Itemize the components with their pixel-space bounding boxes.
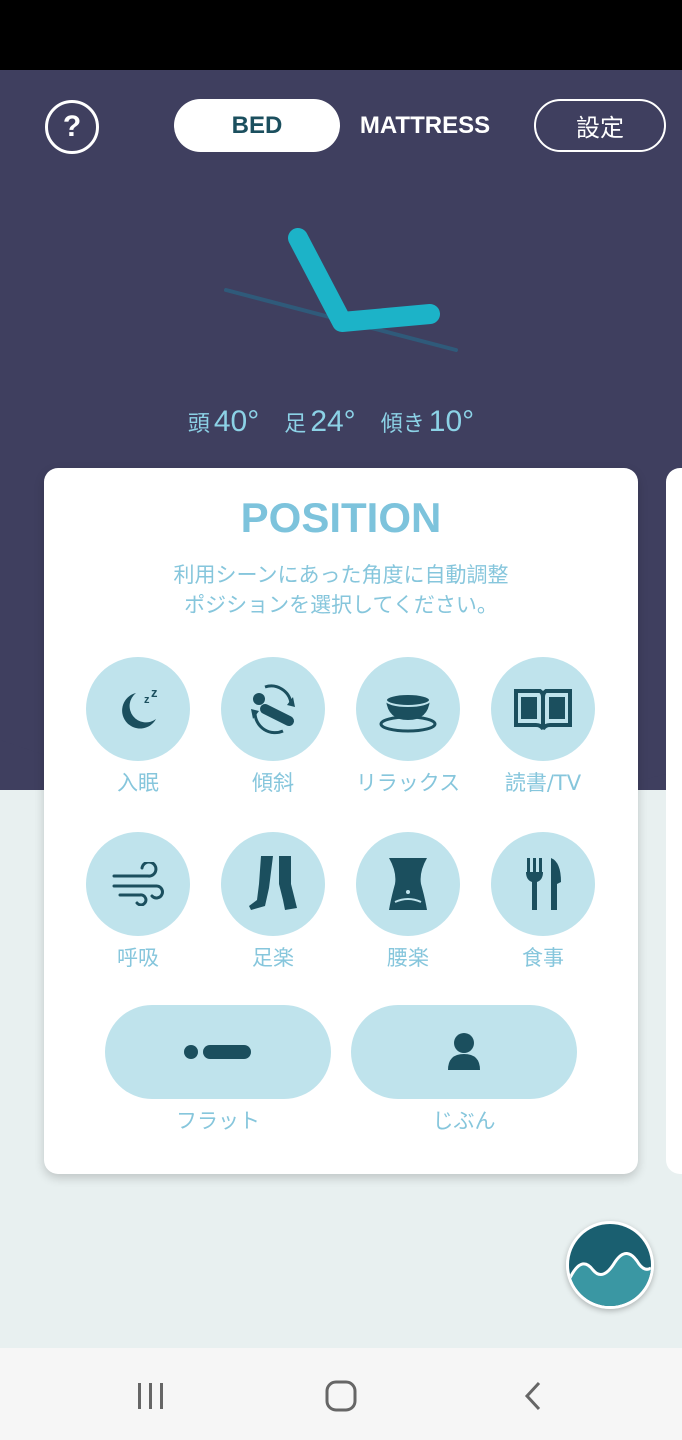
position-waist[interactable]: 腰楽 (349, 832, 469, 972)
reading-circle[interactable] (491, 657, 595, 761)
tilt-circle[interactable] (221, 657, 325, 761)
system-nav-bar (0, 1348, 682, 1440)
fork-knife-icon (526, 858, 561, 910)
relax-circle[interactable] (356, 657, 460, 761)
tilt-rotate-icon (251, 684, 295, 735)
card-description-line1: 利用シーンにあった角度に自動調整 (173, 563, 509, 587)
position-label: 食事 (522, 946, 564, 970)
sleep-circle[interactable]: z z (86, 657, 190, 761)
home-icon (325, 1380, 357, 1412)
person-icon (448, 1033, 480, 1070)
recent-apps-button[interactable] (131, 1376, 171, 1416)
position-sleep[interactable]: z z 入眠 (79, 657, 199, 797)
position-custom[interactable]: じぶん (351, 1005, 577, 1135)
recent-apps-icon (138, 1383, 163, 1409)
next-card-peek[interactable] (666, 468, 682, 1174)
breath-circle[interactable] (86, 832, 190, 936)
home-button[interactable] (321, 1376, 361, 1416)
settings-button[interactable]: 設定 (534, 99, 666, 152)
foot-angle-label: 足 (284, 412, 307, 437)
waist-circle[interactable] (356, 832, 460, 936)
flat-pill[interactable] (105, 1005, 331, 1099)
svg-text:z: z (144, 694, 150, 706)
position-meal[interactable]: 食事 (484, 832, 604, 972)
meal-circle[interactable] (491, 832, 595, 936)
legs-circle[interactable] (221, 832, 325, 936)
head-angle-value: 40° (213, 405, 260, 438)
back-chevron-icon (524, 1381, 541, 1411)
position-label: 呼吸 (117, 946, 159, 970)
position-label: じぶん (432, 1109, 496, 1133)
custom-pill[interactable] (351, 1005, 577, 1099)
tab-bed[interactable]: BED (174, 99, 340, 152)
card-description: 利用シーンにあった角度に自動調整 ポジションを選択してください。 (44, 560, 638, 620)
position-breath[interactable]: 呼吸 (79, 832, 199, 972)
position-reading[interactable]: 読書/TV (484, 657, 604, 797)
foot-angle-value: 24° (310, 405, 356, 438)
position-tilt[interactable]: 傾斜 (214, 657, 334, 797)
position-label: フラット (176, 1109, 260, 1133)
tilt-angle-label: 傾き (380, 412, 425, 437)
legs-icon (249, 856, 297, 910)
position-flat[interactable]: フラット (105, 1005, 331, 1135)
position-card: POSITION 利用シーンにあった角度に自動調整 ポジションを選択してください… (44, 468, 638, 1174)
back-button[interactable] (513, 1376, 553, 1416)
status-bar (0, 0, 682, 70)
svg-text:z: z (151, 685, 158, 700)
angle-readout: 頭 40° 足 24° 傾き 10° (0, 405, 662, 439)
flat-icon (184, 1045, 251, 1059)
wave-chart-icon (569, 1224, 651, 1306)
position-label: 傾斜 (252, 771, 294, 795)
position-label: 腰楽 (387, 946, 429, 970)
book-icon (514, 689, 572, 731)
waist-icon (389, 858, 427, 910)
head-angle-label: 頭 (187, 412, 210, 437)
bed-angle-graphic (224, 228, 458, 352)
position-legs[interactable]: 足楽 (214, 832, 334, 972)
sleep-moon-icon: z z (122, 685, 158, 729)
graph-fab-button[interactable] (566, 1221, 654, 1309)
card-description-line2: ポジションを選択してください。 (184, 593, 498, 617)
position-label: 足楽 (252, 946, 294, 970)
wind-icon (112, 862, 164, 906)
position-label: リラックス (355, 771, 461, 795)
position-label: 読書/TV (504, 771, 582, 795)
card-title: POSITION (240, 494, 442, 541)
help-button[interactable]: ? (45, 100, 99, 154)
tea-cup-icon (379, 693, 437, 733)
tab-mattress[interactable]: MATTRESS (352, 99, 498, 152)
tilt-angle-value: 10° (428, 405, 475, 438)
position-label: 入眠 (117, 771, 159, 795)
position-relax[interactable]: リラックス (349, 657, 469, 797)
